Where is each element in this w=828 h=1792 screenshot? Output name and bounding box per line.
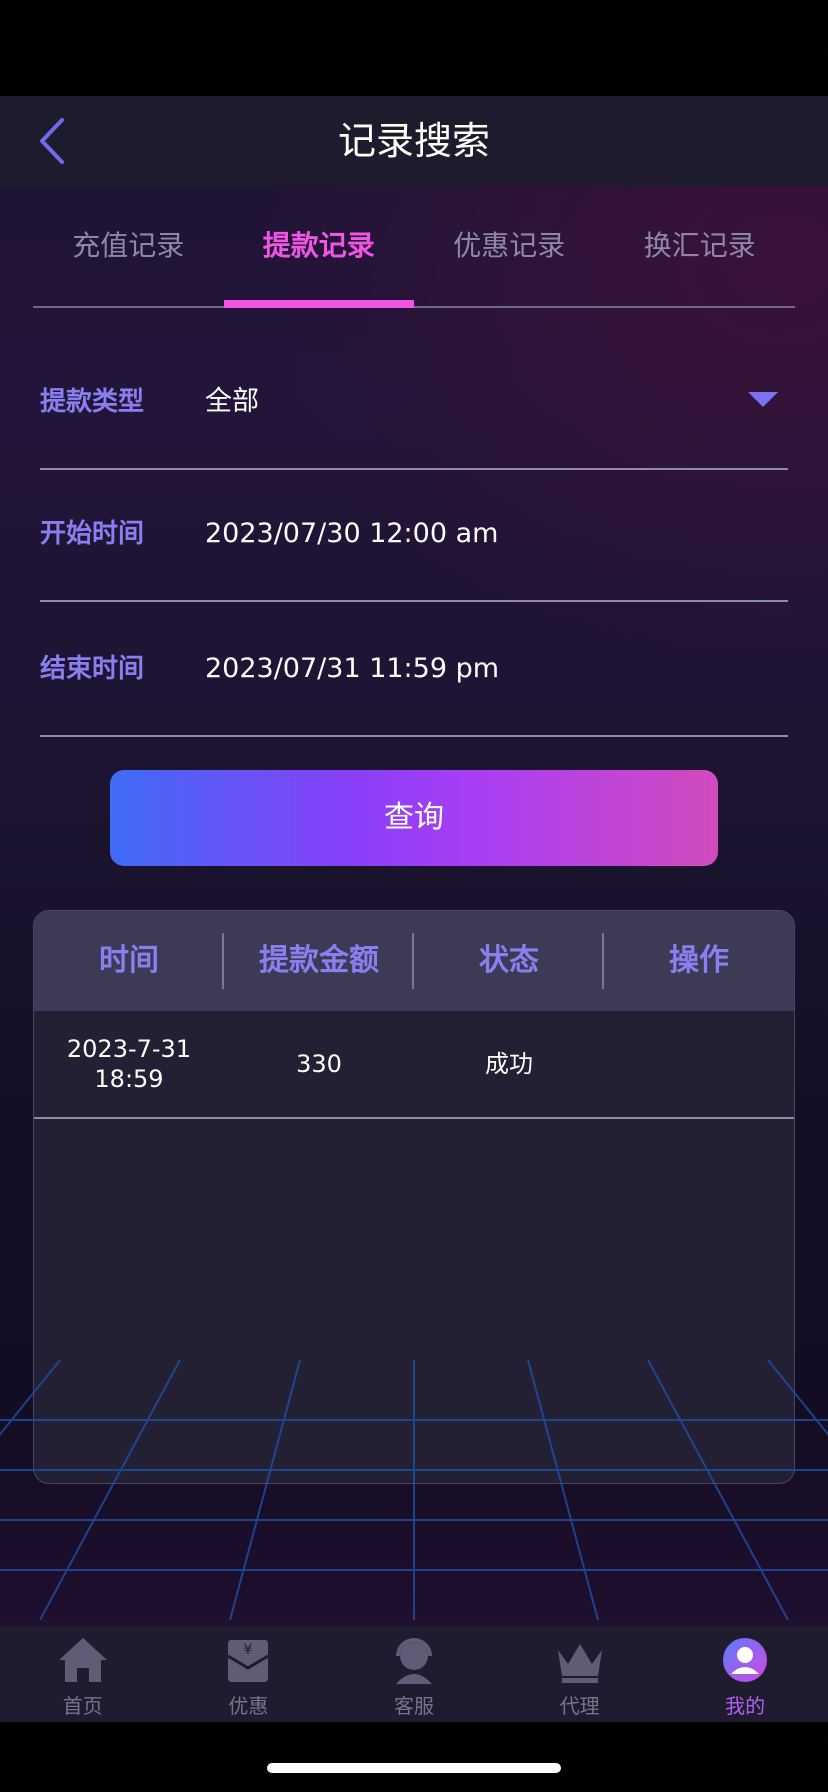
start-time-value[interactable]: 2023/07/30 12:00 am [205,468,498,600]
cell-time-date: 2023-7-31 [66,1035,192,1063]
home-icon [58,1638,107,1682]
start-time-field[interactable]: 开始时间 2023/07/30 12:00 am [40,468,788,602]
cell-amount: 330 [296,1050,342,1078]
status-bar [0,0,828,96]
query-button[interactable]: 查询 [110,770,718,866]
record-tabs: 充值记录 提款记录 优惠记录 换汇记录 [33,190,795,308]
withdrawal-type-label: 提款类型 [40,387,145,417]
customer-service-icon [395,1638,432,1684]
end-time-field[interactable]: 结束时间 2023/07/31 11:59 pm [40,603,788,737]
table-header: 时间 提款金额 状态 操作 [34,911,794,1011]
column-header-amount: 提款金额 [224,911,414,1011]
bottom-tab-bar: 首页 ¥ 优惠 客服 代理 我的 [0,1626,828,1722]
decorative-grid-background [0,1360,828,1620]
tabbar-label-service: 客服 [393,1694,434,1718]
cell-time-clock: 18:59 [94,1065,164,1093]
crown-icon [557,1644,602,1683]
withdrawal-type-value[interactable]: 全部 [205,336,259,468]
svg-text:¥: ¥ [244,1642,253,1658]
tab-deposit-records[interactable]: 充值记录 [33,190,224,306]
tab-withdrawal-records[interactable]: 提款记录 [223,190,415,308]
column-header-action: 操作 [669,943,729,978]
start-time-label: 开始时间 [40,519,145,549]
app-screen: 记录搜索 充值记录 提款记录 优惠记录 换汇记录 提款类型 全部 开始时间 20… [0,0,828,1792]
tabbar-label-home: 首页 [62,1694,103,1718]
page-title: 记录搜索 [337,119,490,163]
tabbar-item-promo[interactable]: ¥ 优惠 [166,1626,332,1722]
tab-exchange-records[interactable]: 换汇记录 [605,190,796,306]
table-row: 2023-7-31 18:59 330 成功 [34,1011,794,1119]
bottom-safe-area [0,1722,828,1792]
tab-promo-records[interactable]: 优惠记录 [414,190,605,306]
cell-status: 成功 [485,1050,533,1078]
cell-time: 2023-7-31 18:59 [34,1011,224,1117]
end-time-value[interactable]: 2023/07/31 11:59 pm [205,603,499,735]
promo-icon: ¥ [227,1640,270,1682]
home-indicator[interactable] [267,1763,561,1773]
tabbar-label-agent: 代理 [559,1694,600,1718]
user-icon [723,1638,768,1682]
cell-action [604,1011,794,1117]
withdrawal-type-select[interactable]: 提款类型 全部 [40,336,788,470]
tabbar-label-mine: 我的 [725,1694,766,1718]
column-header-time: 时间 [34,911,224,1011]
tabbar-item-mine[interactable]: 我的 [662,1626,828,1722]
tabbar-item-home[interactable]: 首页 [0,1626,166,1722]
caret-down-icon[interactable] [748,392,778,407]
header: 记录搜索 [0,96,828,186]
end-time-label: 结束时间 [40,654,145,684]
tabbar-label-promo: 优惠 [228,1694,269,1718]
column-header-status: 状态 [414,911,604,1011]
tabbar-item-service[interactable]: 客服 [331,1626,497,1722]
tabbar-item-agent[interactable]: 代理 [497,1626,663,1722]
